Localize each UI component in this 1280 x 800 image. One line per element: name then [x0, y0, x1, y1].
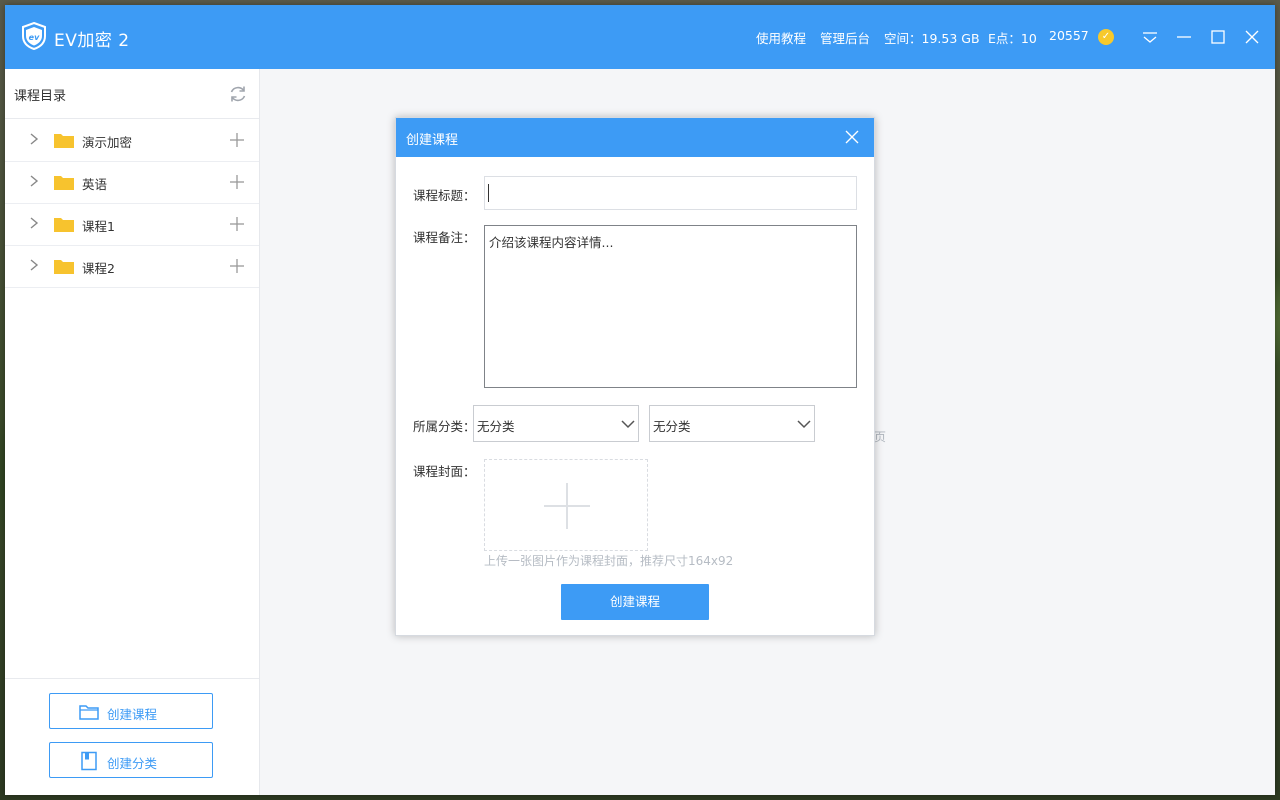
chevron-right-icon[interactable] [27, 132, 41, 146]
sidebar-item-course2[interactable]: 课程2 [5, 245, 259, 288]
storage-space-text: 空间：19.53 GB [884, 31, 980, 46]
maximize-icon[interactable] [1206, 25, 1230, 49]
add-icon[interactable] [229, 216, 245, 232]
add-icon[interactable] [229, 132, 245, 148]
refresh-icon[interactable] [227, 83, 249, 105]
app-window: ev EV加密 2 使用教程 管理后台 空间：19.53 GB E点：10 20… [5, 5, 1275, 795]
folder-icon [54, 134, 74, 148]
admin-link[interactable]: 管理后台 [820, 28, 870, 47]
chevron-right-icon[interactable] [27, 258, 41, 272]
title-bar: ev EV加密 2 使用教程 管理后台 空间：19.53 GB E点：10 20… [5, 5, 1275, 69]
chevron-down-icon [797, 420, 811, 429]
app-title: EV加密 2 [54, 31, 130, 51]
add-icon[interactable] [229, 174, 245, 190]
category-secondary-select[interactable]: 无分类 [649, 405, 815, 442]
sidebar-item-english[interactable]: 英语 [5, 161, 259, 204]
sidebar-title: 课程目录 [14, 89, 67, 104]
minimize-icon[interactable] [1172, 25, 1196, 49]
chevron-right-icon[interactable] [27, 216, 41, 230]
folder-icon [54, 260, 74, 274]
chevron-down-icon [621, 420, 635, 429]
coin-badge-icon[interactable]: ✓ [1098, 29, 1114, 45]
divider [5, 678, 259, 679]
course-cover-label: 课程封面： [413, 464, 476, 479]
category-primary-value: 无分类 [477, 419, 515, 434]
category-secondary-value: 无分类 [653, 419, 691, 434]
course-sidebar: 课程目录 演示加密 英语 课程1 课程2 创建课程 创建分类 [5, 69, 260, 795]
folder-icon [54, 176, 74, 190]
create-category-button-label: 创建分类 [106, 756, 157, 771]
upload-plus-icon [544, 483, 590, 529]
sidebar-item-label: 课程2 [82, 261, 115, 276]
create-category-button[interactable]: 创建分类 [49, 742, 213, 778]
dialog-close-icon[interactable] [844, 129, 860, 145]
sidebar-item-course1[interactable]: 课程1 [5, 203, 259, 246]
submit-create-course-button[interactable]: 创建课程 [561, 584, 709, 620]
e-points-text: E点：10 [988, 31, 1037, 46]
create-course-button-label: 创建课程 [106, 707, 157, 722]
category-label: 所属分类： [413, 419, 476, 434]
tutorial-link[interactable]: 使用教程 [756, 28, 806, 47]
sidebar-item-label: 课程1 [82, 219, 115, 234]
cover-upload-area[interactable] [484, 459, 648, 551]
chevron-right-icon[interactable] [27, 174, 41, 188]
sidebar-item-label: 英语 [82, 177, 108, 192]
folder-icon [54, 218, 74, 232]
sidebar-item-demo[interactable]: 演示加密 [5, 119, 259, 162]
create-course-dialog: 创建课程 课程标题： 课程备注： 介绍该课程内容详情... 所属分类： 无分类 … [395, 117, 875, 636]
create-course-button[interactable]: 创建课程 [49, 693, 213, 729]
close-icon[interactable] [1240, 25, 1264, 49]
shield-logo-icon: ev [22, 22, 46, 50]
user-id-text[interactable]: 20557 [1049, 28, 1089, 43]
course-title-label: 课程标题： [413, 188, 476, 203]
text-cursor [488, 184, 489, 202]
add-icon[interactable] [229, 258, 245, 274]
background-partial-text: 页 [874, 430, 887, 444]
cover-upload-tip: 上传一张图片作为课程封面，推荐尺寸164x92 [484, 554, 734, 568]
svg-text:ev: ev [29, 33, 40, 42]
dialog-title: 创建课程 [406, 133, 459, 148]
dialog-header: 创建课程 [396, 118, 874, 157]
course-title-input[interactable] [484, 176, 857, 210]
sidebar-item-label: 演示加密 [82, 135, 133, 150]
course-note-textarea[interactable]: 介绍该课程内容详情... [484, 225, 857, 388]
category-primary-select[interactable]: 无分类 [473, 405, 639, 442]
course-note-label: 课程备注： [413, 230, 476, 245]
dropdown-menu-icon[interactable] [1138, 25, 1162, 49]
